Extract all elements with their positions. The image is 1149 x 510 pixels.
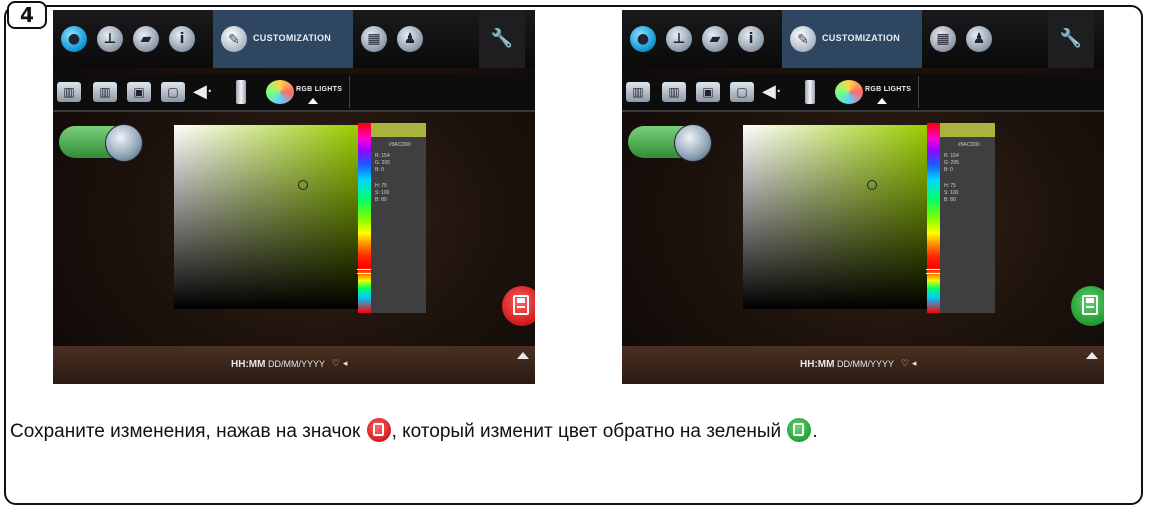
time-text: HH:MM [231, 359, 266, 370]
frame-icon[interactable]: ▢ [730, 82, 754, 102]
water-drop-icon[interactable]: ● [630, 26, 656, 52]
tab-rgb-lights[interactable]: RGB LIGHTS [865, 86, 911, 104]
expand-up-icon[interactable] [517, 352, 529, 359]
color-picker-area[interactable] [174, 125, 358, 309]
rgb-toggle-switch[interactable] [59, 124, 143, 162]
hue-marker[interactable] [926, 269, 941, 270]
caption-text-3: . [812, 421, 818, 442]
hsb-b-value: B: 80 [375, 197, 387, 203]
toggle-knob[interactable] [674, 124, 712, 162]
picker-cursor[interactable] [867, 180, 877, 190]
tab-customization[interactable]: ✎ CUSTOMIZATION [782, 10, 922, 68]
flag-icon[interactable]: ▰ [133, 26, 159, 52]
flag-icon[interactable]: ▰ [702, 26, 728, 52]
picker-cursor[interactable] [298, 180, 308, 190]
tab-rgb-lights[interactable]: RGB LIGHTS [296, 86, 342, 104]
floppy-disk-icon [1082, 295, 1098, 315]
palette-icon[interactable] [835, 80, 863, 104]
hue-slider[interactable] [357, 123, 372, 313]
date-text: DD/MM/YYYY [836, 359, 894, 369]
rgb-toggle-switch[interactable] [628, 124, 712, 162]
bottom-status-bar: HH:MM DD/MM/YYYY ♡ ◂ [53, 346, 535, 384]
cleaning-icon[interactable]: ♟ [397, 26, 423, 52]
caption-text-1: Сохраните изменения, нажав на значок [10, 421, 366, 442]
info-icon[interactable]: i [738, 26, 764, 52]
water-drop-icon[interactable]: ● [61, 26, 87, 52]
hue-marker [926, 273, 941, 274]
rgb-g-value: G: 205 [375, 160, 391, 166]
wrench-icon[interactable]: 🔧 [479, 10, 525, 68]
screen-icon[interactable]: ▣ [127, 82, 151, 102]
expand-up-icon[interactable] [1086, 352, 1098, 359]
speaker-icon[interactable]: ◀︎· [762, 82, 788, 102]
rgb-b-value: B: 0 [944, 167, 953, 173]
bottle-icon[interactable] [236, 80, 246, 104]
screen-icon[interactable]: ▣ [696, 82, 720, 102]
divider [918, 76, 919, 108]
hex-value: #9ACD00 [958, 142, 980, 148]
caption-text-2: , который изменит цвет обратно на зелены… [391, 421, 787, 442]
pencil-icon: ✎ [790, 26, 816, 52]
color-swatch [371, 123, 426, 137]
top-menu-bar: ● ⊥ ▰ i ✎ CUSTOMIZATION ▦ ♟ 🔧 [622, 10, 1104, 68]
hue-slider[interactable] [926, 123, 941, 313]
book-blue-icon[interactable]: ▥ [662, 82, 686, 102]
pencil-icon: ✎ [221, 26, 247, 52]
clock-icon[interactable]: ⊥ [666, 26, 692, 52]
clock-icon[interactable]: ⊥ [97, 26, 123, 52]
date-text: DD/MM/YYYY [267, 359, 325, 369]
color-info-panel: #9ACD00 R: 154 G: 205 B: 0 H: 75 S: 100 … [940, 123, 995, 313]
divider [349, 76, 350, 108]
color-picker-area[interactable] [743, 125, 927, 309]
wrench-icon[interactable]: 🔧 [1048, 10, 1094, 68]
book-icon[interactable]: ▥ [626, 82, 650, 102]
status-icons: ♡ ◂ [332, 359, 348, 369]
calculator-icon[interactable]: ▦ [930, 26, 956, 52]
speaker-icon[interactable]: ◀︎· [193, 82, 219, 102]
rgb-b-value: B: 0 [375, 167, 384, 173]
top-menu-bar: ● ⊥ ▰ i ✎ CUSTOMIZATION ▦ ♟ 🔧 [53, 10, 535, 68]
color-info-panel: #9ACD00 R: 154 G: 205 B: 0 H: 75 S: 100 … [371, 123, 426, 313]
tab-customization-label: CUSTOMIZATION [253, 33, 332, 43]
status-icons: ♡ ◂ [901, 359, 917, 369]
hsb-s-value: S: 100 [375, 190, 390, 196]
time-text: HH:MM [800, 359, 835, 370]
instruction-caption: Сохраните изменения, нажав на значок , к… [10, 418, 818, 446]
bottle-icon[interactable] [805, 80, 815, 104]
sub-menu-bar: ▥ ▥ ▣ ▢ ◀︎· RGB LIGHTS [53, 74, 535, 112]
toggle-knob[interactable] [105, 124, 143, 162]
save-button-red[interactable] [502, 286, 535, 326]
screenshot-before: ● ⊥ ▰ i ✎ CUSTOMIZATION ▦ ♟ 🔧 ▥ ▥ ▣ ▢ ◀︎… [53, 10, 535, 384]
datetime-display: HH:MM DD/MM/YYYY [800, 359, 894, 370]
book-icon[interactable]: ▥ [57, 82, 81, 102]
datetime-display: HH:MM DD/MM/YYYY [231, 359, 325, 370]
bottom-status-bar: HH:MM DD/MM/YYYY ♡ ◂ [622, 346, 1104, 384]
save-green-icon [787, 418, 812, 442]
tab-customization[interactable]: ✎ CUSTOMIZATION [213, 10, 353, 68]
hsb-s-value: S: 100 [944, 190, 959, 196]
tab-customization-label: CUSTOMIZATION [822, 33, 901, 43]
save-red-icon [366, 418, 391, 442]
frame-icon[interactable]: ▢ [161, 82, 185, 102]
book-blue-icon[interactable]: ▥ [93, 82, 117, 102]
screenshot-after: ● ⊥ ▰ i ✎ CUSTOMIZATION ▦ ♟ 🔧 ▥ ▥ ▣ ▢ ◀︎… [622, 10, 1104, 384]
cleaning-icon[interactable]: ♟ [966, 26, 992, 52]
hue-marker [357, 273, 372, 274]
rgb-g-value: G: 205 [944, 160, 960, 166]
calculator-icon[interactable]: ▦ [361, 26, 387, 52]
hex-value: #9ACD00 [389, 142, 411, 148]
hsb-h-value: H: 75 [375, 183, 387, 189]
hsb-h-value: H: 75 [944, 183, 956, 189]
rgb-r-value: R: 154 [944, 153, 959, 159]
rgb-r-value: R: 154 [375, 153, 390, 159]
sub-menu-bar: ▥ ▥ ▣ ▢ ◀︎· RGB LIGHTS [622, 74, 1104, 112]
color-swatch [940, 123, 995, 137]
step-number-badge: 4 [7, 1, 47, 29]
palette-icon[interactable] [266, 80, 294, 104]
hue-marker[interactable] [357, 269, 372, 270]
hsb-b-value: B: 80 [944, 197, 956, 203]
info-icon[interactable]: i [169, 26, 195, 52]
save-button-green[interactable] [1071, 286, 1104, 326]
floppy-disk-icon [513, 295, 529, 315]
